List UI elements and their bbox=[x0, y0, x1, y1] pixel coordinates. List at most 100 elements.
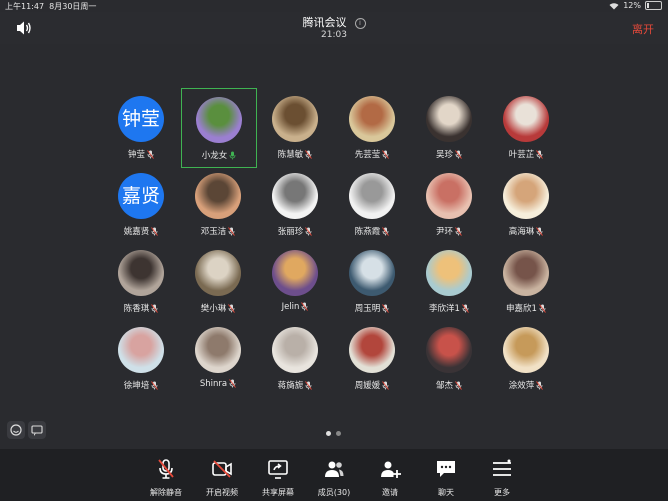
meeting-timer: 21:03 bbox=[321, 30, 347, 40]
participant-tile[interactable]: 周玉明 bbox=[335, 242, 409, 320]
participant-tile[interactable]: 陈香琪 bbox=[104, 242, 178, 320]
participant-tile[interactable]: 陈燕霞 bbox=[335, 165, 409, 243]
avatar-photo bbox=[349, 173, 395, 219]
participant-name: Jelin bbox=[258, 302, 332, 312]
avatar-photo bbox=[272, 250, 318, 296]
mic-muted-icon bbox=[158, 459, 174, 479]
mic-muted-icon bbox=[455, 381, 462, 390]
participant-tile[interactable]: 徐坤培 bbox=[104, 319, 178, 397]
participant-name-text: 徐坤培 bbox=[123, 381, 150, 391]
avatar-photo bbox=[426, 173, 472, 219]
avatar-photo bbox=[426, 96, 472, 142]
participant-tile[interactable]: 陈慧敏 bbox=[258, 88, 332, 166]
participant-name: 叶芸芷 bbox=[489, 148, 563, 160]
participant-tile[interactable]: 小龙女 bbox=[181, 88, 257, 168]
avatar-photo bbox=[503, 96, 549, 142]
participant-tile[interactable]: 张丽珍 bbox=[258, 165, 332, 243]
participant-tile[interactable]: 邓玉洁 bbox=[181, 165, 255, 243]
invite-button[interactable]: 邀请 bbox=[360, 449, 420, 501]
participant-name: 陈燕霞 bbox=[335, 225, 409, 237]
more-button[interactable]: 更多 bbox=[472, 449, 532, 501]
wifi-icon bbox=[609, 2, 619, 10]
participant-tile[interactable]: Shinra bbox=[181, 319, 255, 397]
avatar-photo bbox=[426, 250, 472, 296]
status-time: 上午11:47 bbox=[5, 2, 45, 11]
start-video-label: 开启视频 bbox=[206, 488, 238, 497]
more-menu-icon bbox=[493, 459, 511, 476]
mic-muted-icon bbox=[536, 227, 544, 236]
participant-name-text: 邹杰 bbox=[435, 381, 453, 391]
participant-name: 周玉明 bbox=[335, 302, 409, 314]
participant-name: 吴珍 bbox=[412, 148, 486, 160]
mic-muted-icon bbox=[305, 227, 313, 236]
participant-grid: 钟莹 钟莹 小龙女 陈慧敏 先芸莹吴珍 叶芸芷嘉贤 姚嘉贤邓玉洁 张丽珍 陈燕霞 尹环 高海琳陈香琪… bbox=[0, 88, 668, 418]
participant-tile[interactable]: 樊小琳 bbox=[181, 242, 255, 320]
mic-muted-icon bbox=[229, 379, 236, 388]
participant-name: 徐坤培 bbox=[104, 379, 178, 391]
members-button[interactable]: 成员(30) bbox=[304, 449, 364, 501]
mic-muted-icon bbox=[382, 381, 390, 390]
invite-label: 邀请 bbox=[382, 488, 398, 497]
mic-muted-icon bbox=[382, 150, 390, 159]
participant-name-text: 叶芸芷 bbox=[508, 150, 535, 160]
participant-name-text: 邓玉洁 bbox=[200, 227, 227, 237]
mic-muted-icon bbox=[228, 227, 236, 236]
mic-muted-icon bbox=[455, 150, 462, 159]
participant-name-text: 姚嘉贤 bbox=[123, 227, 150, 237]
participant-tile[interactable]: 钟莹 钟莹 bbox=[104, 88, 178, 166]
participant-name-text: 周媛媛 bbox=[354, 381, 381, 391]
avatar-photo bbox=[196, 97, 242, 143]
battery-percent: 12% bbox=[623, 1, 641, 10]
participant-name: 尹环 bbox=[412, 225, 486, 237]
meeting-header: 腾讯会议 i 21:03 离开 bbox=[0, 12, 668, 44]
participant-tile[interactable]: 涂效萍 bbox=[489, 319, 563, 397]
participant-tile[interactable]: 申嘉欣1 bbox=[489, 242, 563, 320]
participant-tile[interactable]: 李欣洋1 bbox=[412, 242, 486, 320]
avatar-photo bbox=[503, 173, 549, 219]
participant-name-text: 吴珍 bbox=[435, 150, 453, 160]
participant-tile[interactable]: Jelin bbox=[258, 242, 332, 320]
participant-name: 邹杰 bbox=[412, 379, 486, 391]
mic-muted-icon bbox=[382, 304, 390, 313]
emoji-reaction-button[interactable] bbox=[7, 421, 25, 439]
info-icon[interactable]: i bbox=[354, 17, 366, 29]
danmaku-button[interactable] bbox=[28, 421, 46, 439]
participant-name-text: 李欣洋1 bbox=[429, 304, 460, 314]
participant-tile[interactable]: 高海琳 bbox=[489, 165, 563, 243]
avatar-photo bbox=[272, 173, 318, 219]
participant-tile[interactable]: 周媛媛 bbox=[335, 319, 409, 397]
unmute-button[interactable]: 解除静音 bbox=[136, 449, 196, 501]
status-time-date: 上午11:47 8月30日周一 bbox=[5, 1, 96, 12]
chat-button[interactable]: 聊天 bbox=[416, 449, 476, 501]
avatar-photo bbox=[272, 96, 318, 142]
participant-tile[interactable]: 尹环 bbox=[412, 165, 486, 243]
participant-tile[interactable]: 蒋旖旎 bbox=[258, 319, 332, 397]
avatar-photo bbox=[195, 250, 241, 296]
mic-muted-icon bbox=[455, 227, 462, 236]
participant-tile[interactable]: 吴珍 bbox=[412, 88, 486, 166]
leave-button[interactable]: 离开 bbox=[632, 21, 654, 37]
participant-name-text: 尹环 bbox=[435, 227, 453, 237]
participant-name-text: 高海琳 bbox=[508, 227, 535, 237]
share-screen-button[interactable]: 共享屏幕 bbox=[248, 449, 308, 501]
participant-name: 涂效萍 bbox=[489, 379, 563, 391]
participant-name: 李欣洋1 bbox=[412, 302, 486, 314]
avatar-photo bbox=[118, 327, 164, 373]
page-dot[interactable] bbox=[336, 431, 341, 436]
page-indicator[interactable] bbox=[326, 431, 341, 436]
mic-muted-icon bbox=[301, 302, 309, 311]
participant-name: 小龙女 bbox=[182, 149, 256, 161]
participant-tile[interactable]: 嘉贤 姚嘉贤 bbox=[104, 165, 178, 243]
avatar-photo bbox=[503, 327, 549, 373]
avatar-photo bbox=[349, 327, 395, 373]
participant-name: Shinra bbox=[181, 379, 255, 389]
unmute-label: 解除静音 bbox=[150, 488, 182, 497]
participant-tile[interactable]: 邹杰 bbox=[412, 319, 486, 397]
participant-tile[interactable]: 叶芸芷 bbox=[489, 88, 563, 166]
participant-name: 蒋旖旎 bbox=[258, 379, 332, 391]
participant-tile[interactable]: 先芸莹 bbox=[335, 88, 409, 166]
page-dot[interactable] bbox=[326, 431, 331, 436]
meeting-title-text: 腾讯会议 bbox=[302, 16, 347, 29]
mic-muted-icon bbox=[151, 381, 159, 390]
start-video-button[interactable]: 开启视频 bbox=[192, 449, 252, 501]
